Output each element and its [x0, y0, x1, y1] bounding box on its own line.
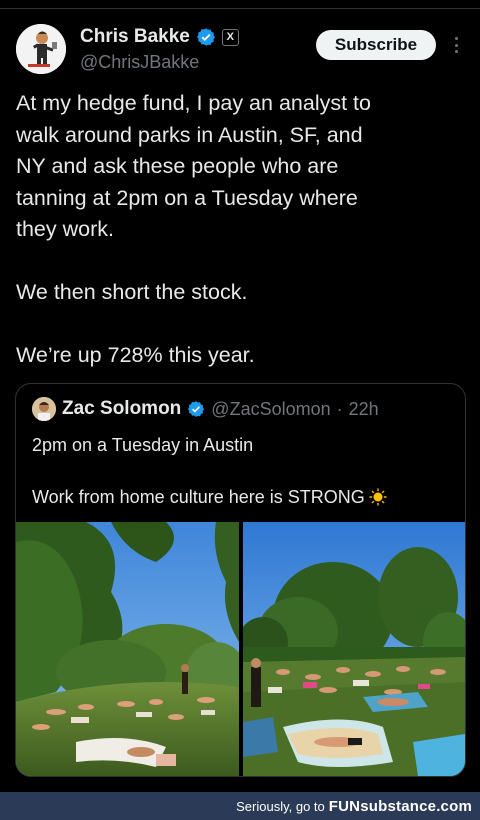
footer-text: Seriously, go to — [236, 798, 325, 814]
quote-author-avatar[interactable] — [32, 397, 56, 421]
verified-badge-icon — [188, 401, 205, 417]
top-divider — [0, 8, 480, 9]
park-photo-left[interactable] — [16, 522, 239, 776]
author-name[interactable]: Chris Bakke — [80, 26, 190, 48]
tweet-line: NY and ask these people who are — [16, 154, 339, 178]
quote-line: Work from home culture here is STRONG — [32, 487, 365, 507]
tweet-line: tanning at 2pm on a Tuesday where — [16, 185, 358, 210]
tweet-text: At my hedge fund, I pay an analyst to wa… — [16, 88, 466, 372]
quote-author-handle: @ZacSolomon — [211, 398, 331, 419]
funsubstance-logo: FUNsubstance.com — [328, 797, 472, 815]
sun-emoji-icon — [369, 488, 387, 506]
tweet-line: We then short the stock. — [16, 280, 248, 304]
quote-separator: · — [336, 398, 343, 419]
quote-author-name[interactable]: Zac Solomon — [62, 398, 181, 420]
quoted-tweet[interactable]: Zac Solomon @ZacSolomon · 22h 2pm on a T… — [15, 383, 466, 777]
more-options-icon[interactable] — [450, 34, 462, 56]
author-avatar[interactable] — [16, 24, 66, 74]
tweet-header: Chris Bakke X @ChrisJBakke Subscribe — [16, 24, 464, 76]
quote-header: Zac Solomon @ZacSolomon · 22h — [32, 397, 379, 421]
park-photo-right[interactable] — [243, 522, 465, 776]
quote-media — [16, 522, 465, 776]
tweet-line: they work. — [16, 217, 114, 241]
tweet-line: walk around parks in Austin, SF, and — [16, 122, 363, 147]
author-handle[interactable]: @ChrisJBakke — [80, 52, 199, 73]
watermark-footer: Seriously, go to FUNsubstance.com — [0, 792, 480, 820]
tweet-line: At my hedge fund, I pay an analyst to — [16, 91, 371, 115]
quote-line: 2pm on a Tuesday in Austin — [32, 435, 254, 455]
subscribe-button[interactable]: Subscribe — [316, 30, 436, 60]
author-name-row: Chris Bakke X — [80, 26, 239, 48]
verified-badge-icon — [196, 28, 215, 46]
quote-text: 2pm on a Tuesday in Austin Work from hom… — [32, 432, 452, 510]
quote-line-2: Work from home culture here is STRONG — [32, 484, 452, 510]
x-affiliate-icon: X — [221, 28, 239, 46]
quote-timestamp[interactable]: 22h — [349, 399, 379, 420]
tweet-line: We’re up 728% this year. — [16, 343, 255, 367]
